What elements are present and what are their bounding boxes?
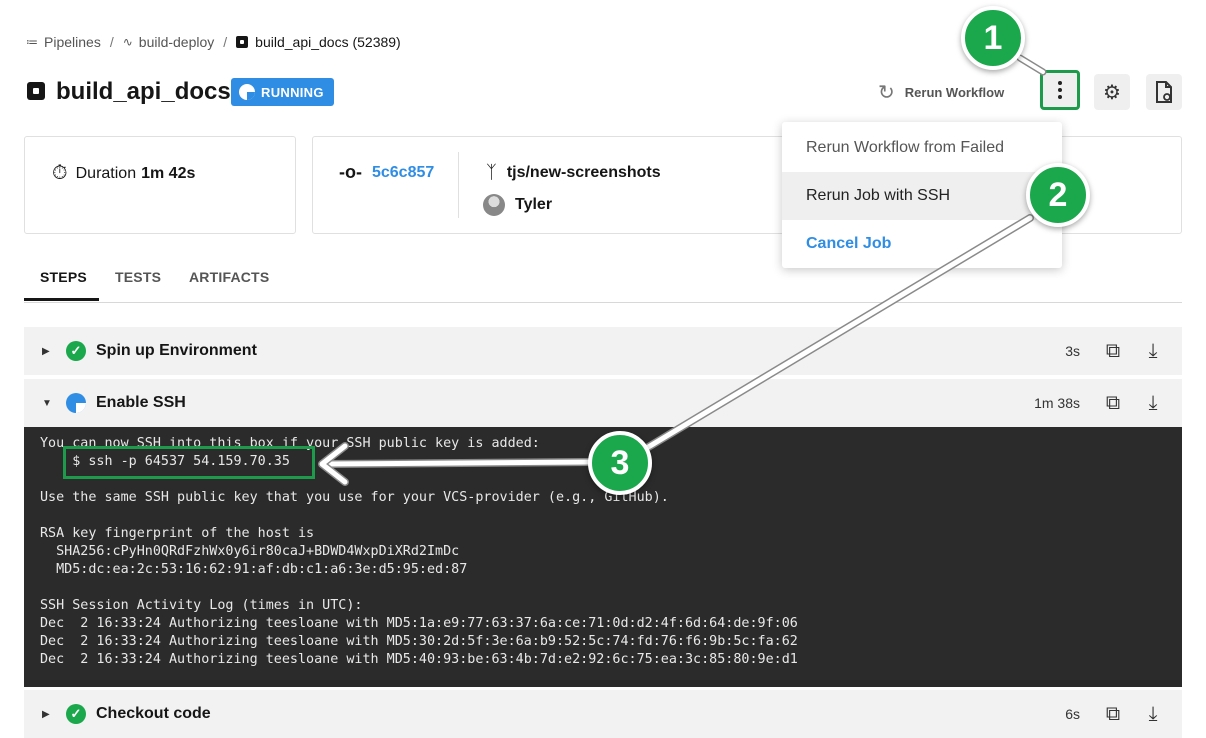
annotation-marker-3: 3 [588, 431, 652, 495]
annotation-marker-2: 2 [1026, 163, 1090, 227]
annotation-marker-1: 1 [961, 6, 1025, 70]
annotation-arrows [318, 54, 1047, 486]
